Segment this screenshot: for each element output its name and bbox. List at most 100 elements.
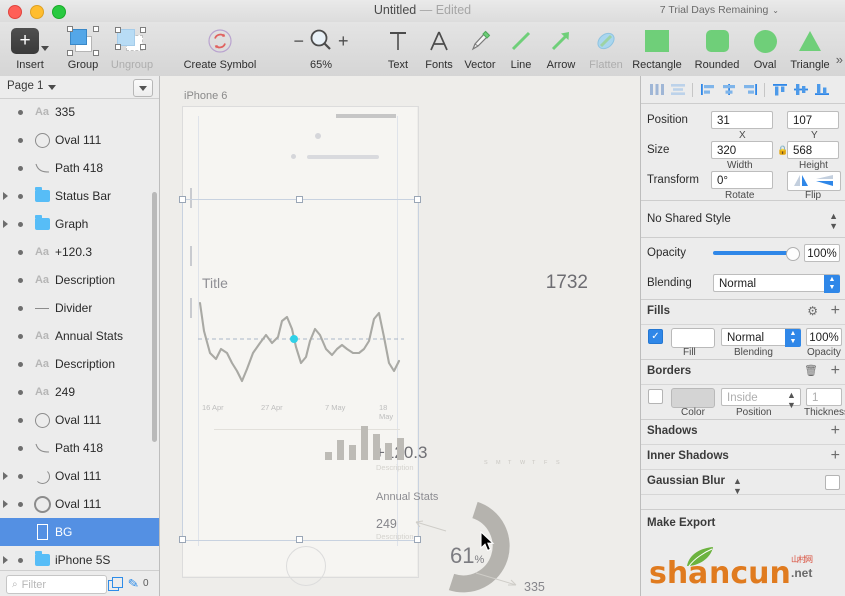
border-enabled-checkbox[interactable] [648,389,663,404]
opacity-value-input[interactable]: 100% [804,244,840,262]
layer-row-oval-111[interactable]: Oval 111 [0,126,159,154]
layer-row-path-418[interactable]: Path 418 [0,434,159,462]
shared-style-row[interactable]: No Shared Style ▲ ▼ [641,201,845,237]
trial-status[interactable]: 7 Trial Days Remaining ⌄ [660,4,779,16]
disclosure-triangle-icon[interactable] [0,490,11,518]
layer-row-divider[interactable]: Divider [0,294,159,322]
layer-row-description[interactable]: Aa Description [0,350,159,378]
zoom-in-icon[interactable]: + [338,31,349,52]
border-thickness-input[interactable]: 1 [806,388,842,406]
layer-row-iphone-5s[interactable]: iPhone 5S [0,546,159,571]
blending-select[interactable]: Normal [713,274,840,292]
artboard-label[interactable]: iPhone 6 [184,90,227,102]
selection-handle[interactable] [179,536,186,543]
blur-enabled-checkbox[interactable] [825,475,840,490]
layer-row-oval-111[interactable]: Oval 111 [0,462,159,490]
layer-visibility-dot[interactable] [11,137,29,143]
layer-visibility-dot[interactable] [11,389,29,395]
rotate-input[interactable]: 0° [711,171,773,189]
align-right-icon[interactable] [740,80,759,99]
fill-blending-stepper-icon[interactable]: ▲ ▼ [785,329,801,347]
position-x-input[interactable]: 31 [711,111,773,129]
zoom-out-icon[interactable]: − [293,31,304,52]
selection-handle[interactable] [414,196,421,203]
chevron-updown-icon[interactable]: ▲ ▼ [829,211,838,231]
layer-row-description[interactable]: Aa Description [0,266,159,294]
border-position-chevron-icon[interactable]: ▲ ▼ [787,390,796,410]
layer-row-annual-stats[interactable]: Aa Annual Stats [0,322,159,350]
blur-type-chevron-icon[interactable]: ▲ ▼ [733,476,742,496]
layer-visibility-dot[interactable] [11,109,29,115]
width-input[interactable]: 320 [711,141,773,159]
align-bottom-icon[interactable] [812,80,831,99]
layer-row-335[interactable]: Aa 335 [0,98,159,126]
trash-icon[interactable]: 🗑 [804,364,818,377]
layer-visibility-dot[interactable] [11,193,29,199]
toolbar-vector[interactable]: Vector [458,25,502,71]
layer-visibility-dot[interactable] [11,445,29,451]
align-middle-icon[interactable] [791,80,810,99]
fill-color-swatch[interactable] [671,328,715,348]
height-input[interactable]: 568 [787,141,839,159]
position-y-input[interactable]: 107 [787,111,839,129]
layer-visibility-dot[interactable] [11,249,29,255]
layer-row-path-418[interactable]: Path 418 [0,154,159,182]
flip-buttons[interactable] [787,171,841,191]
toolbar-oval[interactable]: Oval [746,25,784,71]
fill-opacity-input[interactable]: 100% [806,328,842,346]
layer-visibility-dot[interactable] [11,557,29,563]
toolbar-group[interactable]: Group [60,25,106,71]
layers-scrollbar[interactable] [152,192,157,442]
selection-handle[interactable] [179,196,186,203]
opacity-slider-knob[interactable] [786,247,800,261]
blending-stepper-icon[interactable]: ▲ ▼ [824,275,840,293]
disclosure-triangle-icon[interactable] [0,182,11,210]
toolbar-arrow[interactable]: Arrow [540,25,582,71]
toolbar-line[interactable]: Line [502,25,540,71]
add-shadow-button[interactable]: + [831,422,840,440]
add-inner-shadow-button[interactable]: + [831,447,840,465]
pen-icon[interactable]: ✎ [127,575,140,592]
selection-handle[interactable] [296,536,303,543]
layer-row-oval-111[interactable]: Oval 111 [0,406,159,434]
fill-enabled-checkbox[interactable]: ✓ [648,329,663,344]
toolbar-flatten[interactable]: Flatten [582,25,630,71]
page-selector[interactable]: Page 1 [0,76,159,99]
layer-visibility-dot[interactable] [11,501,29,507]
align-left-icon[interactable] [698,80,717,99]
canvas[interactable]: iPhone 6 Title 1732 16 Apr 27 Apr 7 May … [160,76,640,596]
filter-input[interactable]: ⌕ Filter [6,575,107,594]
align-top-icon[interactable] [770,80,789,99]
gear-icon[interactable]: ⚙ [807,304,818,318]
layer-row--120-3[interactable]: Aa +120.3 [0,238,159,266]
page-options-button[interactable] [133,79,153,97]
layer-visibility-dot[interactable] [11,277,29,283]
toolbar-triangle[interactable]: Triangle [784,25,836,71]
toolbar-insert[interactable]: + Insert [4,25,56,71]
toolbar-rounded[interactable]: Rounded [688,25,746,71]
flip-vertical-icon[interactable] [815,174,835,187]
add-border-button[interactable]: + [831,362,840,380]
layer-visibility-dot[interactable] [11,221,29,227]
opacity-slider-track[interactable] [713,251,791,255]
layer-list[interactable]: Aa 335 Oval 111 Path 418 Status Bar Graph Aa +1… [0,98,159,571]
disclosure-triangle-icon[interactable] [0,462,11,490]
disclosure-triangle-icon[interactable] [0,546,11,571]
toolbar-ungroup[interactable]: Ungroup [104,25,160,71]
border-color-swatch[interactable] [671,388,715,408]
disclosure-triangle-icon[interactable] [0,210,11,238]
layer-row-249[interactable]: Aa 249 [0,378,159,406]
duplicate-icon[interactable] [108,577,123,591]
toolbar-zoom[interactable]: − + 65% [286,25,356,71]
layer-row-oval-111[interactable]: Oval 111 [0,490,159,518]
layer-row-bg[interactable]: BG [0,518,159,546]
toolbar-rectangle[interactable]: Rectangle [626,25,688,71]
layer-row-graph[interactable]: Graph [0,210,159,238]
layer-visibility-dot[interactable] [11,333,29,339]
toolbar-overflow-button[interactable]: » [836,52,843,67]
toolbar-fonts[interactable]: Fonts [418,25,460,71]
layer-visibility-dot[interactable] [11,417,29,423]
layer-visibility-dot[interactable] [11,473,29,479]
layer-visibility-dot[interactable] [11,361,29,367]
toolbar-text[interactable]: Text [378,25,418,71]
